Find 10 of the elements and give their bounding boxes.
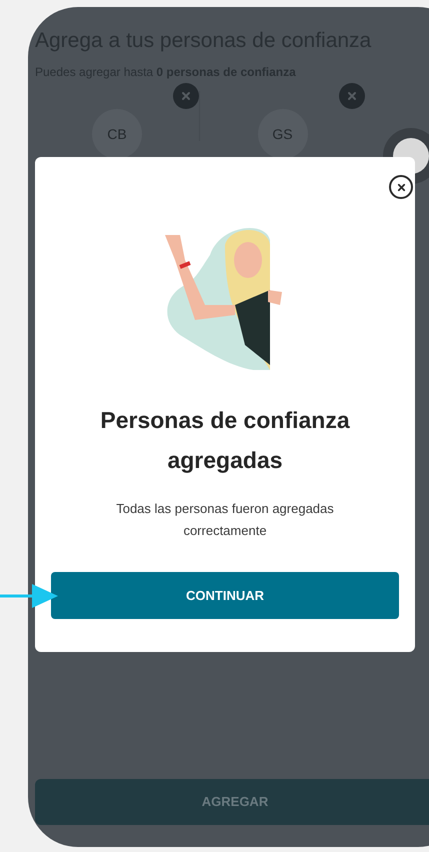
close-button[interactable] xyxy=(389,175,413,199)
dialog-title: Personas de confianza agregadas xyxy=(99,406,351,475)
close-icon xyxy=(181,91,191,101)
remove-button[interactable] xyxy=(173,83,199,109)
close-icon xyxy=(347,91,357,101)
dialog-message: Todas las personas fueron agregadas correctamente xyxy=(115,500,335,540)
pointer-arrow-icon xyxy=(0,583,60,609)
remove-button[interactable] xyxy=(339,83,365,109)
close-icon xyxy=(396,182,406,192)
continue-button[interactable]: CONTINUAR xyxy=(51,572,399,619)
